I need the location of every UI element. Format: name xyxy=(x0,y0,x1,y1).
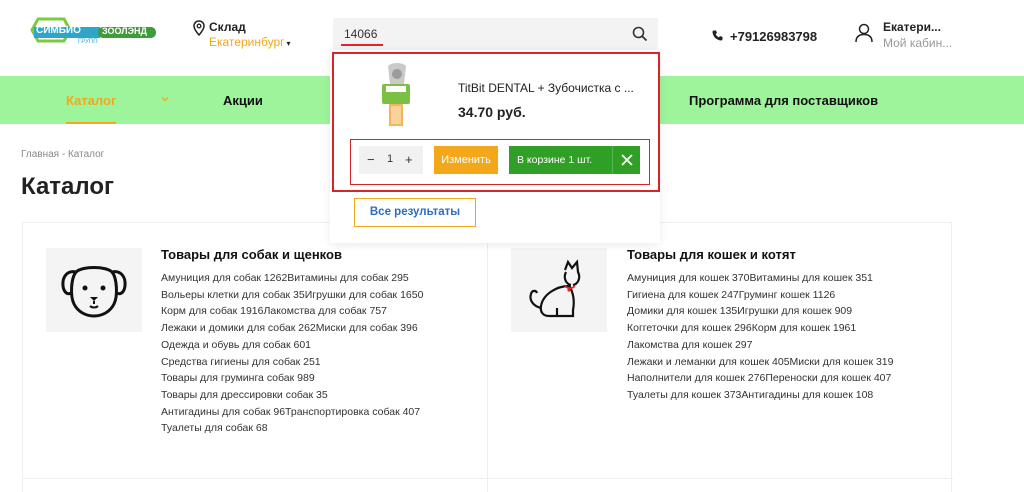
chevron-down-icon: ▾ xyxy=(286,39,291,48)
phone-number: +79126983798 xyxy=(730,29,818,44)
list-item: Амуниция для кошек 370Витамины для кошек… xyxy=(627,270,894,287)
subcategory-link[interactable]: Вольеры клетки для собак 35 xyxy=(161,289,305,301)
cat-category-image[interactable] xyxy=(511,248,607,332)
search-query[interactable]: 14066 xyxy=(344,27,377,41)
nav-item-suppliers[interactable]: Программа для поставщиков xyxy=(689,93,878,108)
search-results-dropdown: TitBit DENTAL + Зубочистка с ... 34.70 р… xyxy=(330,50,660,243)
subcategory-link[interactable]: Средства гигиены для собак 251 xyxy=(161,356,321,368)
subcategory-link[interactable]: Товары для груминга собак 989 xyxy=(161,372,315,384)
cat-category-title[interactable]: Товары для кошек и котят xyxy=(627,247,796,262)
catalog-grid: Товары для собак и щенков Амуниция для с… xyxy=(22,222,953,492)
subcategory-link[interactable]: Корм для кошек 1961 xyxy=(752,322,856,334)
user-icon xyxy=(855,23,873,43)
subcategory-link[interactable]: Гигиена для кошек 247 xyxy=(627,289,739,301)
logo-word-zooland: ЗООЛЭНД xyxy=(102,26,147,36)
all-results-button[interactable]: Все результаты xyxy=(354,198,476,227)
remove-from-cart-button[interactable] xyxy=(612,146,640,174)
subcategory-link[interactable]: Одежда и обувь для собак 601 xyxy=(161,339,311,351)
nav-item-promotions[interactable]: Акции xyxy=(223,93,263,108)
catalog-row-divider xyxy=(23,478,953,479)
dog-category-image[interactable] xyxy=(46,248,142,332)
subcategory-link[interactable]: Корм для собак 1916 xyxy=(161,305,263,317)
warehouse-city-text: Екатеринбург xyxy=(209,35,285,49)
list-item: Наполнители для кошек 276Переноски для к… xyxy=(627,370,894,387)
subcategory-link[interactable]: Игрушки для собак 1650 xyxy=(305,289,424,301)
list-item: Туалеты для кошек 373Антигадины для коше… xyxy=(627,387,894,404)
search-query-highlight xyxy=(341,44,383,46)
increase-button[interactable]: + xyxy=(405,152,413,167)
logo-word-group: ГРУПП xyxy=(78,39,98,45)
logo-word-simbio: СИМБИО xyxy=(36,25,81,36)
subcategory-link[interactable]: Коггеточки для кошек 296 xyxy=(627,322,752,334)
catalog-column-divider xyxy=(487,223,488,492)
list-item: Лакомства для кошек 297 xyxy=(627,337,894,354)
dog-category-title[interactable]: Товары для собак и щенков xyxy=(161,247,342,262)
warehouse-label: Склад xyxy=(209,20,246,34)
subcategory-link[interactable]: Переноски для кошек 407 xyxy=(765,372,891,384)
list-item: Лежаки и леманки для кошек 405Миски для … xyxy=(627,354,894,371)
subcategory-link[interactable]: Витамины для собак 295 xyxy=(287,272,408,284)
list-item: Лежаки и домики для собак 262Миски для с… xyxy=(161,320,423,337)
page-title: Каталог xyxy=(21,173,114,200)
subcategory-link[interactable]: Амуниция для кошек 370 xyxy=(627,272,749,284)
list-item: Коггеточки для кошек 296Корм для кошек 1… xyxy=(627,320,894,337)
chevron-down-icon[interactable] xyxy=(160,94,170,104)
cat-icon xyxy=(529,259,581,318)
cat-subcategory-list: Амуниция для кошек 370Витамины для кошек… xyxy=(627,270,894,404)
location-pin-icon xyxy=(193,20,205,36)
site-logo[interactable]: СИМБИО ЗООЛЭНД ГРУПП xyxy=(30,15,160,55)
list-item: Товары для груминга собак 989 xyxy=(161,370,423,387)
list-item: Товары для дрессировки собак 35 xyxy=(161,387,423,404)
list-item: Одежда и обувь для собак 601 xyxy=(161,337,423,354)
product-thumbnail[interactable] xyxy=(368,62,428,130)
subcategory-link[interactable]: Наполнители для кошек 276 xyxy=(627,372,765,384)
quantity-value[interactable]: 1 xyxy=(387,153,393,165)
subcategory-link[interactable]: Лакомства для кошек 297 xyxy=(627,339,752,351)
nav-item-catalog[interactable]: Каталог xyxy=(66,93,116,108)
list-item: Туалеты для собак 68 xyxy=(161,420,423,437)
breadcrumb[interactable]: Главная - Каталог xyxy=(21,149,104,160)
cart-controls: − 1 + Изменить В корзине 1 шт. xyxy=(350,139,650,185)
subcategory-link[interactable]: Миски для кошек 319 xyxy=(790,356,894,368)
list-item: Амуниция для собак 1262Витамины для соба… xyxy=(161,270,423,287)
list-item: Вольеры клетки для собак 35Игрушки для с… xyxy=(161,287,423,304)
product-price: 34.70 руб. xyxy=(458,104,526,120)
subcategory-link[interactable]: Лакомства для собак 757 xyxy=(263,305,386,317)
search-input[interactable]: 14066 xyxy=(333,18,658,50)
user-cabinet-link[interactable]: Мой кабин... xyxy=(883,36,952,50)
subcategory-link[interactable]: Антигадины для кошек 108 xyxy=(741,389,873,401)
subcategory-link[interactable]: Груминг кошек 1126 xyxy=(739,289,835,301)
subcategory-link[interactable]: Игрушки для кошек 909 xyxy=(737,305,852,317)
subcategory-link[interactable]: Транспортировка собак 407 xyxy=(285,406,420,418)
user-name: Екатери... xyxy=(883,20,941,34)
subcategory-link[interactable]: Туалеты для кошек 373 xyxy=(627,389,741,401)
list-item: Домики для кошек 135Игрушки для кошек 90… xyxy=(627,303,894,320)
phone-icon xyxy=(712,30,723,41)
subcategory-link[interactable]: Домики для кошек 135 xyxy=(627,305,737,317)
subcategory-link[interactable]: Антигадины для собак 96 xyxy=(161,406,285,418)
subcategory-link[interactable]: Туалеты для собак 68 xyxy=(161,422,268,434)
subcategory-link[interactable]: Товары для дрессировки собак 35 xyxy=(161,389,328,401)
list-item: Антигадины для собак 96Транспортировка с… xyxy=(161,404,423,421)
decrease-button[interactable]: − xyxy=(367,152,375,167)
list-item: Средства гигиены для собак 251 xyxy=(161,354,423,371)
product-name[interactable]: TitBit DENTAL + Зубочистка с ... xyxy=(458,81,634,95)
in-cart-button[interactable]: В корзине 1 шт. xyxy=(509,146,612,174)
list-item: Гигиена для кошек 247Груминг кошек 1126 xyxy=(627,287,894,304)
change-button[interactable]: Изменить xyxy=(434,146,498,174)
subcategory-link[interactable]: Лежаки и домики для собак 262 xyxy=(161,322,316,334)
dog-subcategory-list: Амуниция для собак 1262Витамины для соба… xyxy=(161,270,423,437)
subcategory-link[interactable]: Миски для собак 396 xyxy=(316,322,418,334)
subcategory-link[interactable]: Лежаки и леманки для кошек 405 xyxy=(627,356,790,368)
subcategory-link[interactable]: Витамины для кошек 351 xyxy=(749,272,872,284)
close-icon xyxy=(621,154,633,166)
subcategory-link[interactable]: Амуниция для собак 1262 xyxy=(161,272,287,284)
search-icon[interactable] xyxy=(632,26,648,42)
warehouse-city[interactable]: Екатеринбург ▾ xyxy=(209,35,291,49)
search-result-item[interactable]: TitBit DENTAL + Зубочистка с ... 34.70 р… xyxy=(332,52,660,192)
list-item: Корм для собак 1916Лакомства для собак 7… xyxy=(161,303,423,320)
quantity-stepper: − 1 + xyxy=(359,146,423,174)
nav-active-indicator xyxy=(66,122,116,124)
dog-icon xyxy=(61,266,127,318)
